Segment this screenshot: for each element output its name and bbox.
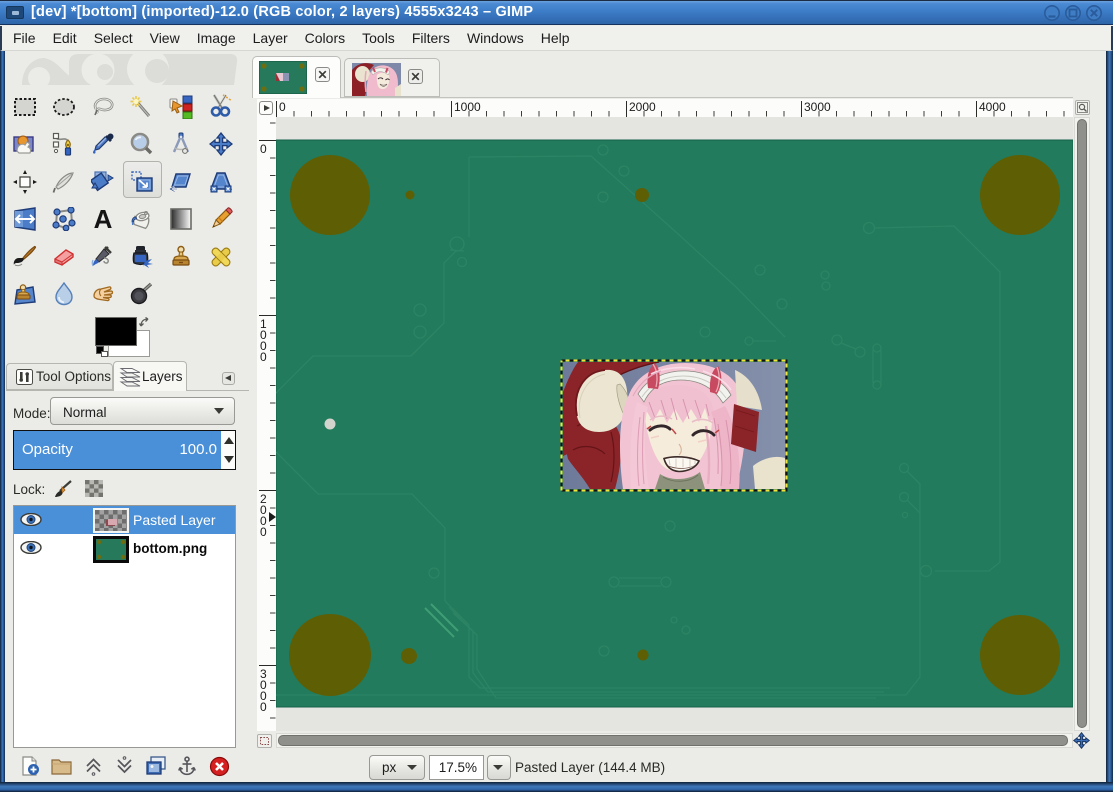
svg-text:3000: 3000 — [804, 100, 831, 114]
svg-text:0: 0 — [279, 100, 286, 114]
svg-text:2000: 2000 — [629, 100, 656, 114]
svg-text:0: 0 — [260, 142, 267, 156]
svg-text:0: 0 — [260, 700, 267, 714]
svg-text:A: A — [94, 207, 113, 231]
svg-text:1000: 1000 — [454, 100, 481, 114]
svg-text:4000: 4000 — [979, 100, 1006, 114]
svg-text:0: 0 — [260, 350, 267, 364]
svg-text:0: 0 — [260, 525, 267, 539]
